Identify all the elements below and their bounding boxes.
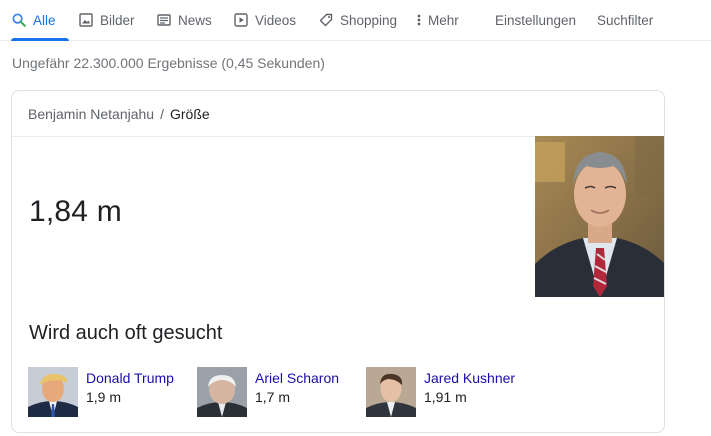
tab-mehr[interactable]: Mehr xyxy=(416,0,459,40)
tab-videos[interactable]: Videos xyxy=(234,0,296,40)
tab-label: Mehr xyxy=(428,12,459,28)
breadcrumb-attribute: Größe xyxy=(169,105,210,122)
tab-news[interactable]: News xyxy=(157,0,212,40)
news-icon xyxy=(157,13,171,27)
person-thumbnail xyxy=(28,367,78,417)
related-person-item[interactable]: Donald Trump 1,9 m xyxy=(28,367,174,419)
tag-icon xyxy=(319,13,333,27)
tab-bilder[interactable]: Bilder xyxy=(79,0,135,40)
person-thumbnail xyxy=(366,367,416,417)
person-height: 1,7 m xyxy=(255,389,291,405)
breadcrumb: Benjamin Netanjahu / Größe xyxy=(12,91,664,137)
people-also-search-title: Wird auch oft gesucht xyxy=(29,322,223,344)
breadcrumb-separator: / xyxy=(160,105,164,122)
tab-label: News xyxy=(178,12,212,28)
person-height: 1,9 m xyxy=(86,389,122,405)
height-answer: 1,84 m xyxy=(29,195,122,228)
breadcrumb-subject[interactable]: Benjamin Netanjahu xyxy=(28,106,154,122)
tab-shopping[interactable]: Shopping xyxy=(319,0,397,40)
person-name[interactable]: Ariel Scharon xyxy=(255,369,339,387)
tab-label: Alle xyxy=(33,12,56,28)
image-icon xyxy=(79,13,93,27)
tab-label: Bilder xyxy=(100,12,135,28)
person-thumbnail xyxy=(197,367,247,417)
play-icon xyxy=(234,13,248,27)
person-height: 1,91 m xyxy=(424,389,467,405)
portrait-photo[interactable] xyxy=(535,136,664,297)
search-tools-button[interactable]: Suchfilter xyxy=(597,0,653,40)
settings-button[interactable]: Einstellungen xyxy=(495,0,576,40)
related-person-item[interactable]: Jared Kushner 1,91 m xyxy=(366,367,515,419)
tab-label: Shopping xyxy=(340,12,398,28)
related-person-item[interactable]: Ariel Scharon 1,7 m xyxy=(197,367,339,419)
result-stats: Ungefähr 22.300.000 Ergebnisse (0,45 Sek… xyxy=(12,55,325,71)
tab-label: Videos xyxy=(255,12,297,28)
person-name[interactable]: Jared Kushner xyxy=(424,369,515,387)
search-tabs: Alle Bilder News Videos Shopping Mehr Ei… xyxy=(0,0,711,41)
answer-card: Benjamin Netanjahu / Größe 1,84 m Wird a… xyxy=(11,90,665,433)
search-icon xyxy=(12,13,26,27)
more-vert-icon xyxy=(416,13,422,27)
person-name[interactable]: Donald Trump xyxy=(86,369,174,387)
tab-alle[interactable]: Alle xyxy=(11,0,68,41)
